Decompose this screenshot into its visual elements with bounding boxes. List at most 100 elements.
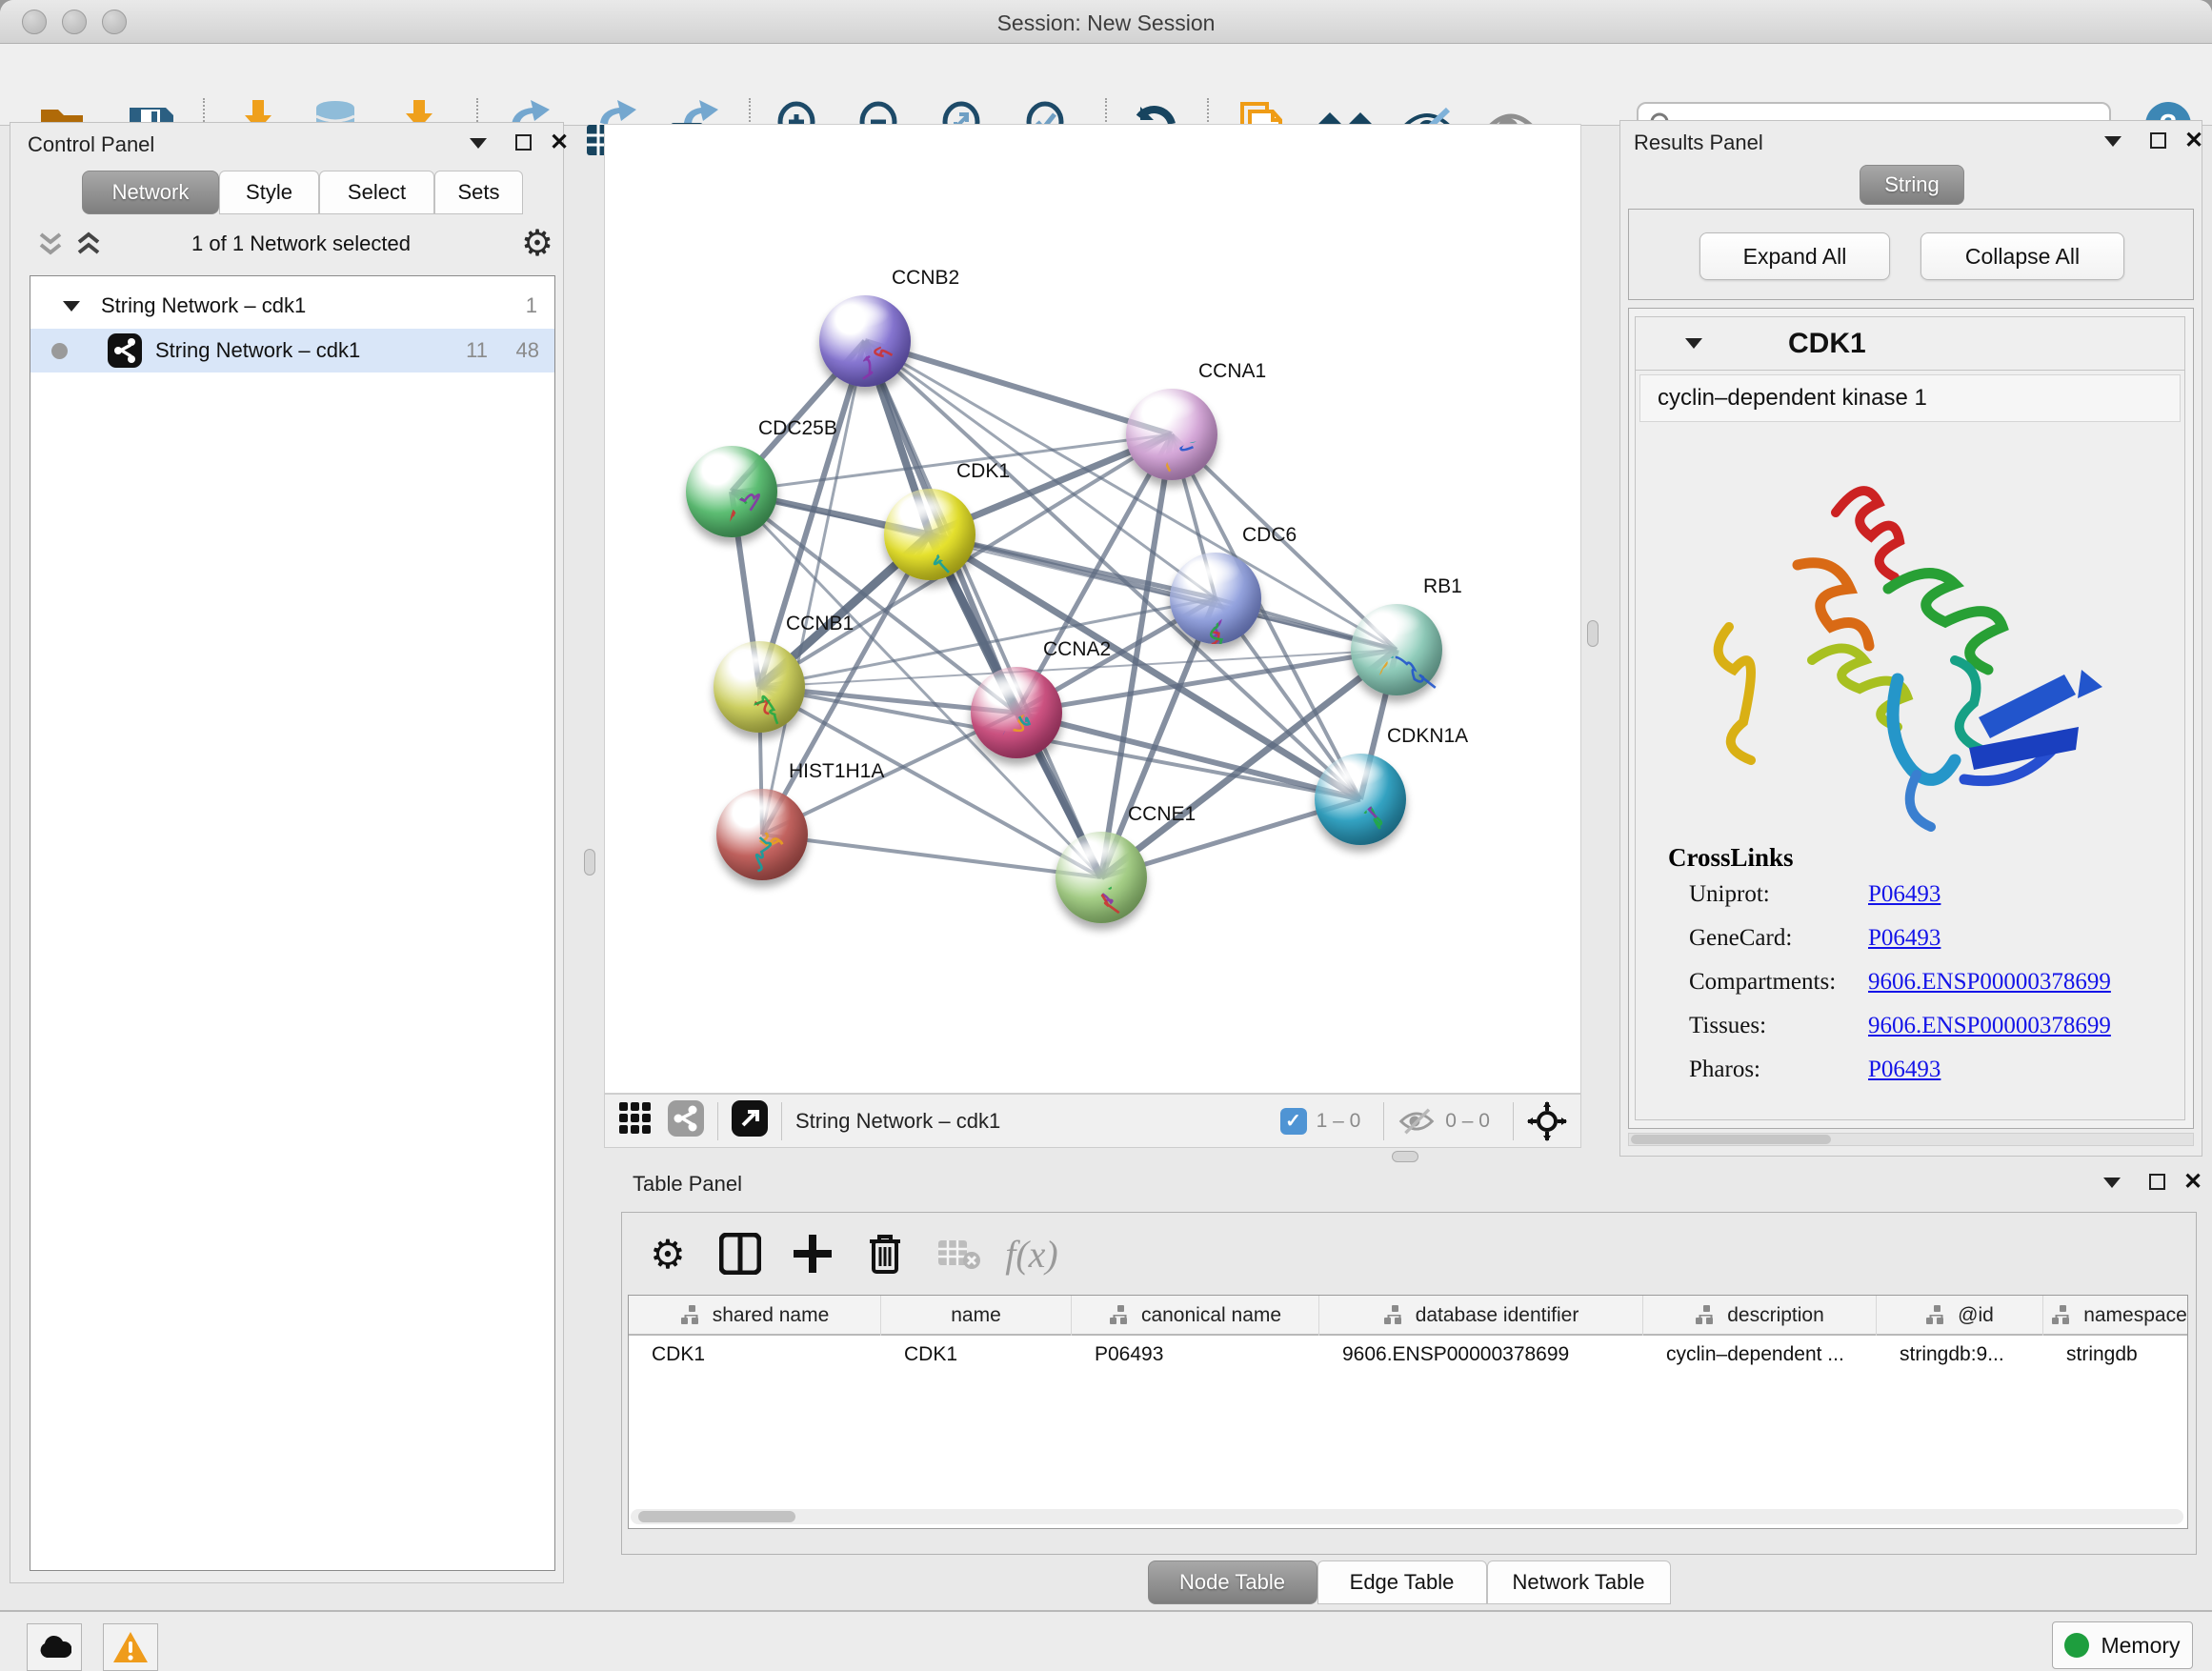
- node-label: CCNB2: [892, 267, 959, 290]
- expand-all-button[interactable]: Expand All: [1699, 232, 1890, 280]
- network-node[interactable]: [1170, 553, 1261, 644]
- horizontal-splitter-handle[interactable]: [1392, 1151, 1418, 1162]
- node-label: CDC6: [1242, 524, 1297, 547]
- results-scrollbar[interactable]: [1628, 1133, 2194, 1146]
- network-node[interactable]: [1315, 754, 1406, 845]
- network-edge[interactable]: [865, 341, 1101, 877]
- panel-close-icon[interactable]: ✕: [2184, 132, 2203, 149]
- node-count: 11: [466, 338, 488, 363]
- table-row[interactable]: CDK1CDK1P064939606.ENSP00000378699cyclin…: [629, 1336, 2188, 1374]
- network-node[interactable]: [819, 295, 911, 387]
- panel-close-icon[interactable]: ✕: [550, 134, 569, 151]
- network-node[interactable]: [1056, 832, 1147, 923]
- gene-section-header[interactable]: CDK1: [1636, 317, 2184, 371]
- network-node[interactable]: [1351, 604, 1442, 695]
- column-header-label: name: [951, 1304, 1001, 1327]
- collapse-all-icon[interactable]: [35, 230, 66, 263]
- node-label: CCNB1: [786, 613, 854, 635]
- vertical-splitter-handle[interactable]: [1587, 620, 1599, 647]
- pan-crosshair-icon[interactable]: [1527, 1101, 1567, 1141]
- network-view-canvas[interactable]: CCNB2CCNA1CDC25BCDK1CDC6RB1CCNB1CCNA2CDK…: [604, 124, 1581, 1094]
- add-column-icon[interactable]: [784, 1226, 841, 1281]
- panel-float-icon[interactable]: [2149, 1174, 2165, 1190]
- show-columns-icon[interactable]: [712, 1226, 769, 1281]
- tab-string[interactable]: String: [1860, 165, 1964, 205]
- crosslink-link[interactable]: P06493: [1868, 881, 1941, 908]
- panel-menu-icon[interactable]: [2103, 1178, 2121, 1188]
- table-cell[interactable]: cyclin–dependent ...: [1643, 1336, 1877, 1374]
- network-badge-icon[interactable]: [668, 1100, 704, 1141]
- tab-node-table[interactable]: Node Table: [1148, 1560, 1317, 1604]
- collapse-all-button[interactable]: Collapse All: [1920, 232, 2124, 280]
- title-bar: Session: New Session: [0, 0, 2212, 44]
- network-view-title: String Network – cdk1: [795, 1109, 1000, 1134]
- selected-checkbox-icon[interactable]: ✓: [1280, 1108, 1307, 1135]
- node-label: CDKN1A: [1387, 725, 1468, 748]
- tab-style[interactable]: Style: [219, 171, 319, 214]
- gene-description: cyclin–dependent kinase 1: [1639, 374, 2181, 422]
- crosslink-row: Tissues:9606.ENSP00000378699: [1689, 1013, 2165, 1039]
- toolbar-separator: [781, 1102, 782, 1140]
- column-header[interactable]: canonical name: [1072, 1296, 1319, 1336]
- tab-network[interactable]: Network: [82, 171, 219, 214]
- table-horizontal-scrollbar[interactable]: [631, 1509, 2183, 1524]
- network-node[interactable]: [971, 667, 1062, 758]
- open-in-window-icon[interactable]: [732, 1100, 768, 1141]
- table-cell[interactable]: 9606.ENSP00000378699: [1319, 1336, 1643, 1374]
- panel-close-icon[interactable]: ✕: [2183, 1174, 2202, 1190]
- table-header-row: shared name name canonical name database id…: [629, 1296, 2188, 1336]
- network-edge[interactable]: [762, 835, 1101, 877]
- crosslink-row: Compartments:9606.ENSP00000378699: [1689, 969, 2165, 996]
- selected-count: 1 – 0: [1317, 1110, 1361, 1133]
- vertical-splitter-handle[interactable]: [584, 849, 595, 876]
- panel-float-icon[interactable]: [2150, 132, 2166, 149]
- network-node[interactable]: [716, 789, 808, 880]
- birds-eye-view-icon[interactable]: [618, 1101, 653, 1140]
- tab-select[interactable]: Select: [319, 171, 434, 214]
- node-label: CDC25B: [758, 417, 837, 440]
- crosslink-link[interactable]: 9606.ENSP00000378699: [1868, 969, 2111, 996]
- column-header[interactable]: description: [1643, 1296, 1877, 1336]
- tree-expand-icon[interactable]: [63, 301, 80, 312]
- column-header-label: database identifier: [1416, 1304, 1579, 1327]
- network-node[interactable]: [686, 446, 777, 537]
- table-cell[interactable]: CDK1: [629, 1336, 881, 1374]
- table-cell[interactable]: stringdb:9...: [1877, 1336, 2043, 1374]
- network-view-toolbar: String Network – cdk1 ✓ 1 – 0 0 – 0: [604, 1094, 1581, 1148]
- table-settings-gear-icon[interactable]: ⚙: [639, 1226, 696, 1281]
- warning-status-icon[interactable]: [103, 1623, 158, 1671]
- tab-network-table[interactable]: Network Table: [1487, 1560, 1671, 1604]
- table-panel-title: Table Panel: [633, 1172, 742, 1197]
- panel-menu-icon[interactable]: [470, 138, 487, 149]
- tab-edge-table[interactable]: Edge Table: [1317, 1560, 1487, 1604]
- delete-column-icon[interactable]: [856, 1226, 914, 1281]
- network-options-gear-icon[interactable]: ⚙: [521, 222, 553, 265]
- crosslink-link[interactable]: 9606.ENSP00000378699: [1868, 1013, 2111, 1039]
- expand-all-icon[interactable]: [73, 230, 104, 263]
- network-collection-row[interactable]: String Network – cdk1 1: [30, 284, 554, 328]
- column-header[interactable]: shared name: [629, 1296, 881, 1336]
- crosslink-link[interactable]: P06493: [1868, 925, 1941, 952]
- column-header[interactable]: name: [881, 1296, 1072, 1336]
- table-cell[interactable]: stringdb: [2043, 1336, 2188, 1374]
- column-header[interactable]: @id: [1877, 1296, 2043, 1336]
- network-node[interactable]: [714, 641, 805, 733]
- network-collection-label: String Network – cdk1: [101, 293, 306, 318]
- table-cell[interactable]: P06493: [1072, 1336, 1319, 1374]
- network-row[interactable]: String Network – cdk1 11 48: [30, 329, 554, 372]
- cloud-status-icon[interactable]: [27, 1623, 82, 1671]
- gene-collapse-icon[interactable]: [1685, 338, 1702, 349]
- crosslink-link[interactable]: P06493: [1868, 1057, 1941, 1083]
- column-header[interactable]: database identifier: [1319, 1296, 1643, 1336]
- column-header[interactable]: namespace: [2043, 1296, 2188, 1336]
- table-cell[interactable]: CDK1: [881, 1336, 1072, 1374]
- hidden-count: 0 – 0: [1445, 1110, 1490, 1133]
- hidden-eye-icon[interactable]: [1398, 1107, 1436, 1136]
- panel-float-icon[interactable]: [515, 134, 532, 151]
- network-node[interactable]: [884, 489, 975, 580]
- delete-table-icon: [931, 1226, 988, 1281]
- network-node[interactable]: [1126, 389, 1217, 480]
- memory-button[interactable]: Memory: [2052, 1621, 2193, 1669]
- tab-sets[interactable]: Sets: [434, 171, 523, 214]
- panel-menu-icon[interactable]: [2104, 136, 2122, 147]
